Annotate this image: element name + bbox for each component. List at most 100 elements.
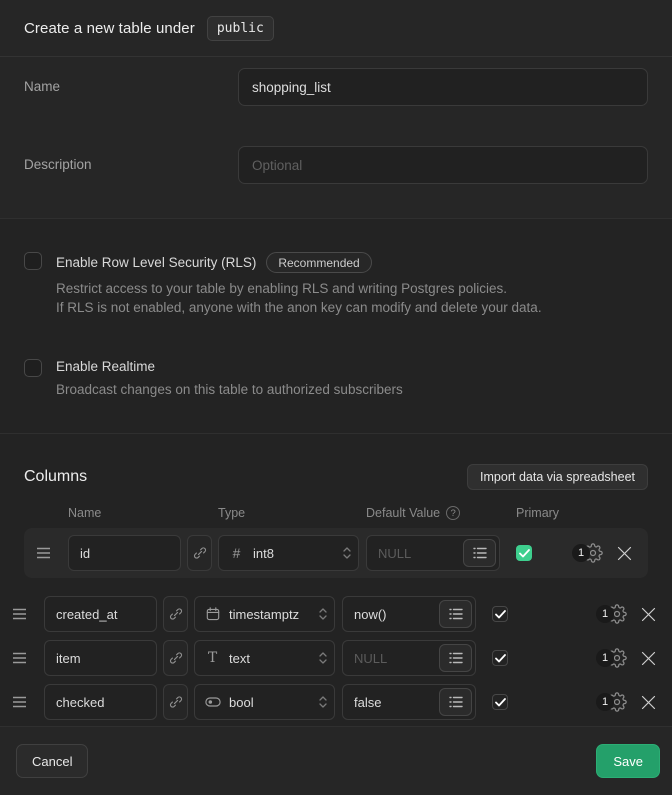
column-row: timestamptz 1	[0, 592, 672, 636]
rls-option-label: Enable Row Level Security (RLS)	[56, 255, 256, 270]
dialog-header: Create a new table under public	[0, 0, 672, 57]
cancel-button[interactable]: Cancel	[16, 744, 88, 778]
dialog-footer: Cancel Save	[0, 727, 672, 795]
column-settings-button[interactable]: 1	[596, 648, 627, 668]
close-icon	[641, 695, 656, 710]
expression-picker-button[interactable]	[439, 600, 472, 628]
foreign-key-button[interactable]	[163, 684, 188, 720]
settings-count-badge: 1	[596, 649, 614, 667]
realtime-description: Broadcast changes on this table to autho…	[56, 380, 403, 399]
remove-column-button[interactable]	[640, 694, 656, 710]
default-value-cell	[366, 535, 500, 571]
columns-section: Columns Import data via spreadsheet Name…	[0, 434, 672, 727]
link-icon	[169, 695, 183, 709]
remove-column-button[interactable]	[616, 545, 632, 561]
foreign-key-button[interactable]	[187, 535, 212, 571]
rls-option: Enable Row Level Security (RLS) Recommen…	[24, 252, 648, 317]
column-name-input[interactable]	[44, 640, 157, 676]
list-icon	[449, 696, 463, 708]
primary-checkbox[interactable]	[492, 606, 508, 622]
link-icon	[193, 546, 207, 560]
list-icon	[449, 652, 463, 664]
chevron-updown-icon	[342, 546, 352, 560]
remove-column-button[interactable]	[640, 606, 656, 622]
realtime-option: Enable Realtime Broadcast changes on thi…	[24, 359, 648, 399]
column-type-value: timestamptz	[229, 607, 309, 622]
column-name-input[interactable]	[44, 684, 157, 720]
column-settings-button[interactable]: 1	[572, 543, 603, 563]
column-settings-button[interactable]: 1	[596, 604, 627, 624]
check-icon	[519, 549, 530, 558]
list-icon	[473, 547, 487, 559]
primary-checkbox[interactable]	[516, 545, 532, 561]
import-spreadsheet-button[interactable]: Import data via spreadsheet	[467, 464, 648, 490]
drag-handle-icon[interactable]	[12, 608, 28, 620]
column-type-select[interactable]: timestamptz	[194, 596, 335, 632]
rls-description: Restrict access to your table by enablin…	[56, 279, 542, 317]
close-icon	[641, 651, 656, 666]
drag-handle-icon[interactable]	[36, 547, 52, 559]
column-type-select[interactable]: # int8	[218, 535, 359, 571]
default-value-cell	[342, 640, 476, 676]
column-name-input[interactable]	[68, 535, 181, 571]
column-type-select[interactable]: T text	[194, 640, 335, 676]
column-type-value: bool	[229, 695, 309, 710]
foreign-key-button[interactable]	[163, 596, 188, 632]
rls-checkbox[interactable]	[24, 252, 42, 270]
column-type-select[interactable]: bool	[194, 684, 335, 720]
realtime-option-body: Enable Realtime Broadcast changes on thi…	[56, 359, 403, 399]
remove-column-button[interactable]	[640, 650, 656, 666]
close-icon	[617, 546, 632, 561]
save-button[interactable]: Save	[596, 744, 660, 778]
expression-picker-button[interactable]	[463, 539, 496, 567]
dialog-title: Create a new table under	[24, 20, 195, 37]
header-default: Default Value ?	[366, 506, 460, 520]
create-table-dialog: Create a new table under public Name Des…	[0, 0, 672, 787]
name-label: Name	[24, 68, 238, 94]
drag-handle-icon[interactable]	[12, 696, 28, 708]
schema-badge: public	[207, 16, 274, 41]
column-type-value: int8	[253, 546, 333, 561]
columns-title: Columns	[24, 468, 87, 486]
column-name-input[interactable]	[44, 596, 157, 632]
primary-checkbox[interactable]	[492, 694, 508, 710]
table-options-section: Enable Row Level Security (RLS) Recommen…	[0, 219, 672, 434]
table-form-section: Name Description	[0, 57, 672, 219]
drag-handle-icon[interactable]	[12, 652, 28, 664]
chevron-updown-icon	[318, 607, 328, 621]
toggle-icon	[205, 696, 221, 708]
check-icon	[495, 610, 506, 619]
check-icon	[495, 654, 506, 663]
help-icon[interactable]: ?	[446, 506, 460, 520]
realtime-checkbox[interactable]	[24, 359, 42, 377]
column-row: # int8 1	[24, 528, 648, 578]
header-primary: Primary	[516, 506, 559, 520]
column-row: T text 1	[0, 636, 672, 680]
settings-count-badge: 1	[572, 544, 590, 562]
expression-picker-button[interactable]	[439, 644, 472, 672]
column-settings-button[interactable]: 1	[596, 692, 627, 712]
primary-key-panel: # int8 1	[24, 528, 648, 578]
table-name-input[interactable]	[238, 68, 648, 106]
text-type-icon: T	[208, 650, 217, 666]
name-row: Name	[24, 68, 648, 106]
hash-icon: #	[233, 545, 241, 561]
column-type-value: text	[229, 651, 309, 666]
close-icon	[641, 607, 656, 622]
link-icon	[169, 651, 183, 665]
expression-picker-button[interactable]	[439, 688, 472, 716]
header-type: Type	[218, 506, 245, 520]
table-description-input[interactable]	[238, 146, 648, 184]
column-rows: timestamptz 1	[0, 592, 672, 724]
calendar-icon	[206, 607, 220, 621]
foreign-key-button[interactable]	[163, 640, 188, 676]
default-value-cell	[342, 684, 476, 720]
chevron-updown-icon	[318, 651, 328, 665]
description-row: Description	[24, 146, 648, 184]
list-icon	[449, 608, 463, 620]
description-label: Description	[24, 146, 238, 172]
primary-checkbox[interactable]	[492, 650, 508, 666]
column-row: bool 1	[0, 680, 672, 724]
default-value-cell	[342, 596, 476, 632]
realtime-option-label: Enable Realtime	[56, 359, 155, 374]
